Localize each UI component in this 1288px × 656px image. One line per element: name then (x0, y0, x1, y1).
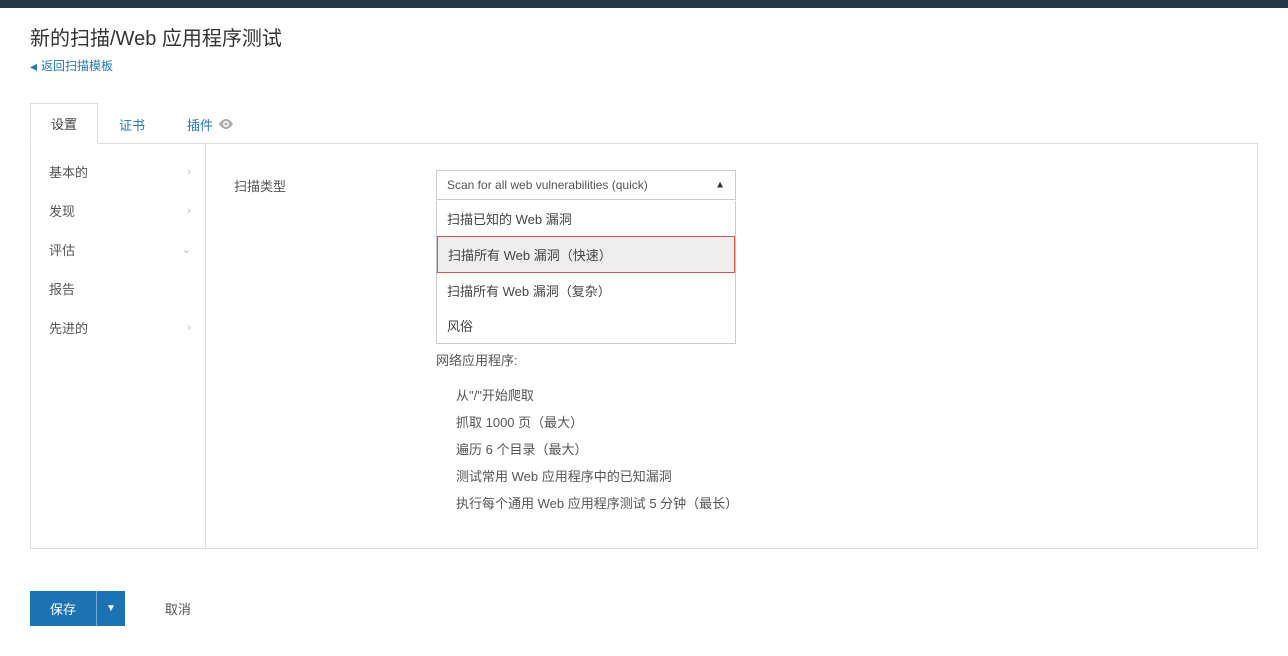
content-panel: 扫描类型 Scan for all web vulnerabilities (q… (206, 144, 1257, 548)
page-title: 新的扫描/Web 应用程序测试 (30, 22, 1258, 51)
scan-type-row: 扫描类型 Scan for all web vulnerabilities (q… (234, 170, 1229, 200)
scan-type-dropdown: 扫描已知的 Web 漏洞 扫描所有 Web 漏洞（快速） 扫描所有 Web 漏洞… (436, 201, 736, 344)
tab-label: 插件 (187, 115, 213, 134)
sidebar-item-label: 基本的 (49, 162, 88, 181)
chevron-right-icon: › (187, 166, 191, 178)
back-to-templates-link[interactable]: ◂ 返回扫描模板 (30, 57, 113, 74)
tab-settings[interactable]: 设置 (30, 103, 98, 144)
dropdown-option-quick[interactable]: 扫描所有 Web 漏洞（快速） (437, 236, 735, 273)
tab-row: 设置 证书 插件 (30, 102, 1258, 144)
dropdown-option-custom[interactable]: 风俗 (437, 308, 735, 343)
chevron-right-icon: › (187, 205, 191, 217)
tab-credentials[interactable]: 证书 (98, 103, 166, 144)
sidebar-item-label: 报告 (49, 279, 75, 298)
tab-label: 证书 (119, 115, 145, 134)
page-container: 新的扫描/Web 应用程序测试 ◂ 返回扫描模板 设置 证书 插件 基本的 › … (0, 8, 1288, 656)
scan-type-label: 扫描类型 (234, 170, 436, 195)
dropdown-option-known[interactable]: 扫描已知的 Web 漏洞 (437, 201, 735, 236)
select-value: Scan for all web vulnerabilities (quick) (447, 178, 648, 192)
eye-icon (219, 117, 233, 132)
list-item: 遍历 6 个目录（最大） (456, 435, 1229, 462)
tab-plugins[interactable]: 插件 (166, 103, 254, 144)
caret-up-icon: ▲ (715, 180, 725, 191)
sidebar-item-advanced[interactable]: 先进的 › (31, 308, 205, 347)
footer-actions: 保存 ▼ 取消 (30, 591, 1258, 626)
web-app-heading: 网络应用程序: (436, 350, 1229, 369)
list-item: 执行每个通用 Web 应用程序测试 5 分钟（最长） (456, 489, 1229, 516)
sidebar-item-basic[interactable]: 基本的 › (31, 152, 205, 191)
sidebar-item-label: 评估 (49, 240, 75, 259)
save-button-group: 保存 ▼ (30, 591, 125, 626)
main-area: 基本的 › 发现 › 评估 ⌄ 报告 先进的 › 扫描类型 (30, 144, 1258, 549)
list-item: 测试常用 Web 应用程序中的已知漏洞 (456, 462, 1229, 489)
chevron-down-icon: ⌄ (182, 243, 191, 256)
sidebar-item-discovery[interactable]: 发现 › (31, 191, 205, 230)
sidebar-item-label: 先进的 (49, 318, 88, 337)
chevron-left-icon: ◂ (30, 59, 37, 73)
top-bar (0, 0, 1288, 8)
cancel-link[interactable]: 取消 (165, 599, 191, 618)
web-app-list: 从"/"开始爬取 抓取 1000 页（最大） 遍历 6 个目录（最大） 测试常用… (456, 381, 1229, 516)
scan-type-control: Scan for all web vulnerabilities (quick)… (436, 170, 736, 200)
save-dropdown-button[interactable]: ▼ (96, 591, 125, 626)
settings-sidebar: 基本的 › 发现 › 评估 ⌄ 报告 先进的 › (31, 144, 206, 548)
sidebar-item-assessment[interactable]: 评估 ⌄ (31, 230, 205, 269)
save-button[interactable]: 保存 (30, 591, 96, 626)
dropdown-option-complex[interactable]: 扫描所有 Web 漏洞（复杂） (437, 273, 735, 308)
chevron-right-icon: › (187, 322, 191, 334)
scan-type-select[interactable]: Scan for all web vulnerabilities (quick)… (436, 170, 736, 200)
sidebar-item-label: 发现 (49, 201, 75, 220)
sidebar-item-reports[interactable]: 报告 (31, 269, 205, 308)
list-item: 从"/"开始爬取 (456, 381, 1229, 408)
tab-label: 设置 (51, 114, 77, 133)
back-link-label: 返回扫描模板 (41, 57, 113, 74)
caret-down-icon: ▼ (106, 603, 116, 614)
list-item: 抓取 1000 页（最大） (456, 408, 1229, 435)
